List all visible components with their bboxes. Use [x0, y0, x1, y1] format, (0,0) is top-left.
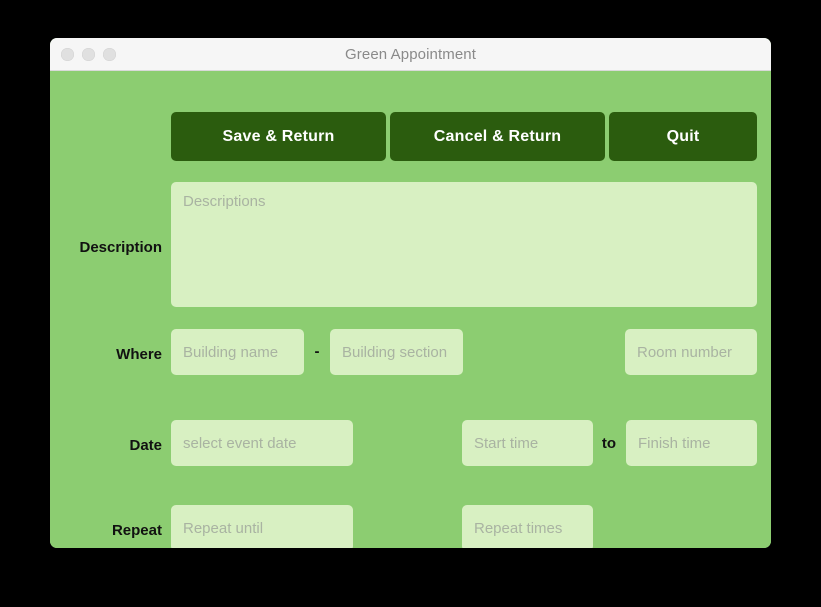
room-number-input[interactable] — [625, 329, 757, 375]
description-label: Description — [79, 239, 162, 256]
window-title: Green Appointment — [345, 45, 476, 63]
repeat-until-input[interactable] — [171, 505, 353, 548]
repeat-times-input[interactable] — [462, 505, 593, 548]
desktop-background: Green Appointment Save & Return Cancel &… — [0, 0, 821, 607]
repeat-until-group — [171, 505, 353, 548]
repeat-label: Repeat — [111, 522, 162, 539]
action-button-row: Save & Return Cancel & Return Quit — [171, 112, 757, 161]
window-content: Save & Return Cancel & Return Quit Descr… — [50, 71, 771, 548]
building-name-input[interactable] — [171, 329, 304, 375]
building-section-input[interactable] — [330, 329, 463, 375]
app-window: Green Appointment Save & Return Cancel &… — [50, 38, 771, 548]
minimize-button[interactable] — [82, 47, 95, 61]
quit-button[interactable]: Quit — [609, 112, 757, 161]
event-date-group — [171, 420, 353, 466]
maximize-button[interactable] — [103, 47, 116, 61]
where-label: Where — [116, 346, 162, 363]
event-date-input[interactable] — [171, 420, 353, 466]
description-input[interactable] — [171, 182, 757, 307]
where-separator: - — [314, 343, 320, 360]
start-time-input[interactable] — [462, 420, 593, 466]
cancel-and-return-button[interactable]: Cancel & Return — [390, 112, 605, 161]
save-and-return-button[interactable]: Save & Return — [171, 112, 386, 161]
time-range-separator: to — [601, 435, 617, 452]
window-controls — [61, 38, 116, 70]
date-label: Date — [129, 437, 162, 454]
close-button[interactable] — [61, 47, 74, 61]
window-titlebar: Green Appointment — [50, 38, 771, 71]
finish-time-input[interactable] — [626, 420, 757, 466]
